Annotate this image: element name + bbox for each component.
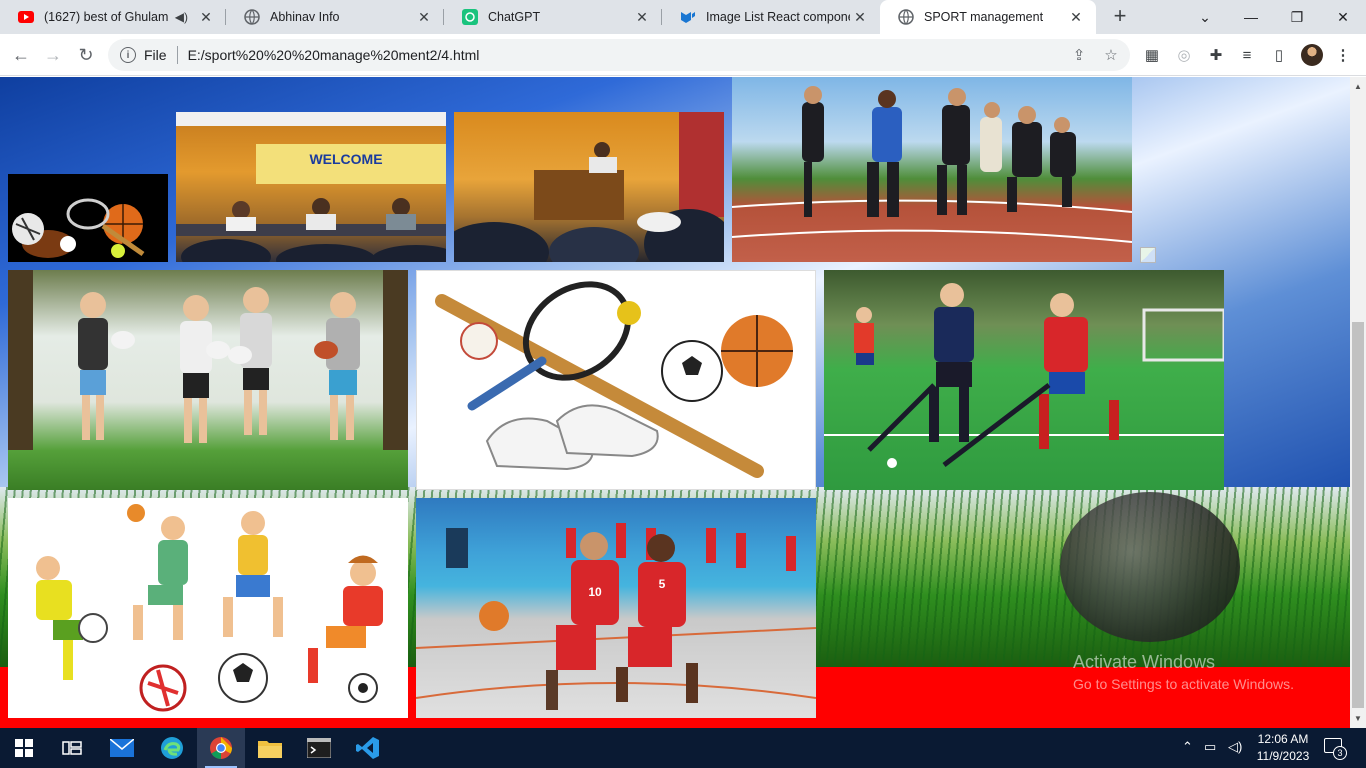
scrollbar-thumb[interactable]	[1352, 322, 1364, 708]
folder-icon	[258, 741, 282, 758]
terminal-app-button[interactable]	[295, 728, 343, 768]
edge-icon	[161, 737, 183, 759]
tab-title: Image List React component	[706, 10, 850, 24]
edge-app-button[interactable]	[148, 728, 196, 768]
tab-chatgpt[interactable]: ChatGPT ✕	[444, 0, 662, 34]
profile-avatar[interactable]	[1301, 44, 1323, 66]
minimize-button[interactable]: —	[1228, 0, 1274, 34]
address-bar[interactable]: i File E:/sport%20%20%20manage%20ment2/4…	[108, 39, 1130, 71]
welcome-seminar-image: WELCOME	[176, 112, 446, 262]
tab-sport-management[interactable]: SPORT management ✕	[880, 0, 1096, 34]
tab-search-icon[interactable]: ⌄	[1182, 0, 1228, 34]
windows-logo-icon	[15, 739, 33, 757]
close-tab-icon[interactable]: ✕	[850, 7, 870, 27]
basketball-image: 10 5	[416, 498, 816, 718]
browser-toolbar: ← → ↻ i File E:/sport%20%20%20manage%20m…	[0, 34, 1366, 76]
chrome-app-button[interactable]	[197, 728, 245, 768]
mui-icon	[680, 9, 696, 25]
windows-taskbar: ⌃ ▭ ◁) 12:06 AM 11/9/2023 3	[0, 728, 1366, 768]
notification-count-badge: 3	[1333, 746, 1347, 760]
divider	[176, 46, 178, 64]
sports-equipment-dark-image	[8, 174, 168, 262]
field-hockey-image	[824, 270, 1224, 490]
tab-title: ChatGPT	[488, 10, 541, 24]
url-text[interactable]: E:/sport%20%20%20manage%20ment2/4.html	[188, 47, 480, 63]
terminal-icon	[307, 738, 331, 758]
close-window-button[interactable]: ✕	[1320, 0, 1366, 34]
tab-title: SPORT management	[924, 10, 1044, 24]
star-icon[interactable]: ☆	[1102, 46, 1120, 64]
file-explorer-button[interactable]	[246, 728, 294, 768]
side-panel-icon[interactable]: ▯	[1270, 46, 1288, 64]
volume-icon[interactable]: ◁)	[1228, 739, 1242, 755]
close-tab-icon[interactable]: ✕	[632, 7, 652, 27]
equipment-white-image	[416, 270, 816, 490]
podium-speech-image	[454, 112, 724, 262]
forward-button[interactable]: →	[40, 42, 66, 68]
broken-image-icon	[1140, 247, 1156, 263]
jersey-number: 5	[659, 577, 666, 591]
clock-date: 11/9/2023	[1256, 749, 1310, 763]
scroll-down-arrow-icon[interactable]: ▼	[1354, 714, 1362, 723]
share-icon[interactable]: ⇪	[1070, 46, 1088, 64]
tab-title: (1627) best of Ghulam a	[44, 10, 171, 24]
close-tab-icon[interactable]: ✕	[1066, 7, 1086, 27]
activate-windows-subtitle: Go to Settings to activate Windows.	[1073, 676, 1294, 692]
jersey-number: 10	[588, 585, 602, 599]
task-view-button[interactable]	[48, 728, 96, 768]
extension-circle-icon[interactable]: ◎	[1175, 46, 1193, 64]
mail-app-button[interactable]	[98, 728, 146, 768]
new-tab-button[interactable]: +	[1108, 5, 1132, 29]
tab-title: Abhinav Info	[270, 10, 340, 24]
close-tab-icon[interactable]: ✕	[196, 7, 216, 27]
taskbar-clock[interactable]: 12:06 AM 11/9/2023	[1248, 731, 1318, 765]
tab-abhinav[interactable]: Abhinav Info ✕	[226, 0, 444, 34]
youtube-icon	[18, 9, 34, 25]
scroll-up-arrow-icon[interactable]: ▲	[1354, 82, 1362, 91]
page-viewport: WELCOME 10 5 Activate Windows Go to Sett…	[0, 77, 1350, 728]
tab-strip: (1627) best of Ghulam a ◀) ✕ Abhinav Inf…	[0, 0, 1366, 34]
background-ball	[1060, 492, 1240, 642]
globe-icon	[244, 9, 260, 25]
activate-windows-title: Activate Windows	[1073, 652, 1216, 672]
back-button[interactable]: ←	[8, 42, 34, 68]
clock-time: 12:06 AM	[1257, 732, 1309, 746]
task-view-icon	[62, 741, 82, 755]
vscode-app-button[interactable]	[344, 728, 392, 768]
reload-button[interactable]: ↻	[73, 42, 99, 68]
kids-rugby-image	[8, 270, 408, 490]
business-race-image	[732, 77, 1132, 262]
tab-youtube[interactable]: (1627) best of Ghulam a ◀) ✕	[0, 0, 226, 34]
extensions-icon[interactable]: ✚	[1207, 46, 1225, 64]
tab-mui[interactable]: Image List React component ✕	[662, 0, 880, 34]
vscode-icon	[356, 737, 379, 759]
url-scheme: File	[144, 47, 167, 63]
close-tab-icon[interactable]: ✕	[414, 7, 434, 27]
chrome-icon	[210, 737, 232, 759]
menu-icon[interactable]: ⋮	[1334, 46, 1352, 64]
media-icon[interactable]: ≡	[1238, 46, 1256, 64]
show-hidden-icons-icon[interactable]: ⌃	[1182, 739, 1193, 755]
network-icon[interactable]: ▭	[1204, 739, 1216, 755]
start-button[interactable]	[0, 728, 48, 768]
qr-icon[interactable]: ▦	[1143, 46, 1161, 64]
svg-text:WELCOME: WELCOME	[309, 151, 382, 167]
mail-icon	[110, 739, 134, 757]
info-icon[interactable]: i	[120, 47, 136, 63]
globe-icon	[898, 9, 914, 25]
restore-button[interactable]: ❐	[1274, 0, 1320, 34]
cartoon-sports-image	[8, 498, 408, 718]
chatgpt-icon	[462, 9, 478, 25]
speaker-icon[interactable]: ◀)	[175, 10, 188, 24]
